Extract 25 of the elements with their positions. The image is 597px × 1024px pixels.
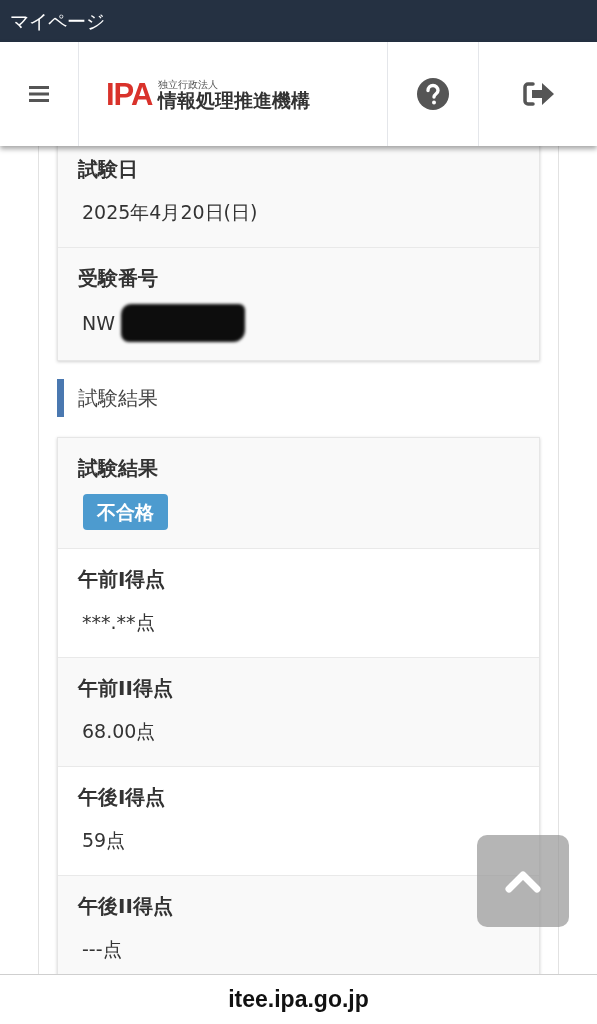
field-value: 2025年4月20日(日)	[81, 200, 258, 225]
help-icon	[417, 78, 449, 110]
menu-icon	[29, 86, 49, 102]
field-label: 試験日	[78, 156, 139, 183]
menu-button[interactable]	[29, 86, 49, 102]
field-value: 59点	[81, 828, 126, 853]
accent-bar	[57, 379, 64, 417]
logout-button[interactable]	[521, 81, 555, 107]
field-label: 試験結果	[78, 455, 159, 482]
chevron-up-icon	[505, 869, 541, 893]
field-label: 午後I得点	[78, 784, 167, 811]
field-value: ---点	[81, 937, 122, 962]
help-button[interactable]	[417, 78, 449, 110]
field-label: 午前I得点	[78, 566, 167, 593]
field-value: NW	[81, 311, 115, 336]
section-heading: 試験結果	[78, 385, 158, 412]
field-value: 68.00点	[81, 719, 156, 744]
field-label: 午後II得点	[78, 893, 174, 920]
field-value: ***.**点	[81, 610, 155, 635]
page-title: マイページ	[9, 9, 106, 34]
site-url: itee.ipa.go.jp	[228, 986, 369, 1013]
field-label: 受験番号	[78, 265, 159, 292]
status-badge: 不合格	[83, 494, 168, 530]
logout-icon	[521, 81, 555, 107]
field-label: 午前II得点	[78, 675, 174, 702]
